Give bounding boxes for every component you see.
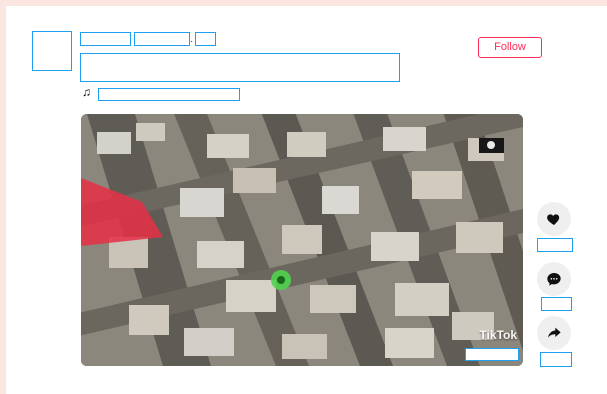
watermark-username-redaction (465, 348, 519, 361)
tiktok-embed-card: · ♫ Follow TikTok (6, 6, 607, 394)
heart-icon (547, 214, 560, 225)
caption-redaction (80, 53, 400, 82)
separator-dot: · (190, 36, 194, 47)
date-redaction (195, 32, 216, 46)
avatar-redaction (32, 31, 72, 71)
follow-button[interactable]: Follow (478, 37, 542, 58)
comment-icon (547, 273, 561, 286)
share-button[interactable] (537, 316, 571, 350)
aerial-city-video-frame (81, 114, 523, 366)
like-button[interactable] (537, 202, 571, 236)
like-count-redaction (537, 238, 573, 252)
comment-button[interactable] (537, 262, 571, 296)
share-icon (548, 327, 561, 338)
comment-count-redaction (541, 297, 572, 311)
music-note-icon: ♫ (82, 85, 91, 99)
tiktok-watermark: TikTok (479, 328, 517, 342)
video-player[interactable]: TikTok (81, 114, 523, 366)
share-count-redaction (540, 352, 572, 367)
author-handle-redaction (134, 32, 190, 46)
sound-title-redaction (98, 88, 240, 101)
author-name-redaction (80, 32, 131, 46)
